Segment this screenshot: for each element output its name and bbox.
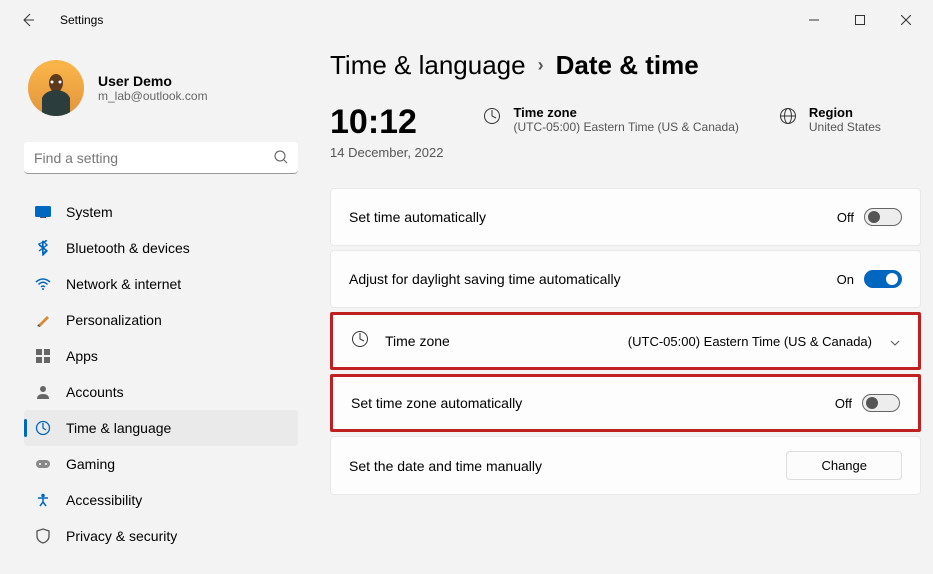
dst-auto-row: Adjust for daylight saving time automati… [330,250,921,308]
globe-clock-icon [483,107,501,130]
setting-label: Set time automatically [349,209,486,225]
nav-bluetooth[interactable]: Bluetooth & devices [24,230,298,266]
set-time-auto-row: Set time automatically Off [330,188,921,246]
region-summary[interactable]: Region United States [779,105,881,134]
manual-time-row: Set the date and time manually Change [330,436,921,495]
nav-privacy[interactable]: Privacy & security [24,518,298,554]
breadcrumb: Time & language › Date & time [330,50,921,81]
search-icon [274,150,288,169]
timezone-label: Time zone [513,105,738,120]
timezone-value: (UTC-05:00) Eastern Time (US & Canada) [513,120,738,134]
region-value: United States [809,120,881,134]
nav-personalization[interactable]: Personalization [24,302,298,338]
close-button[interactable] [883,4,929,36]
set-time-auto-toggle[interactable] [864,208,902,226]
bluetooth-icon [34,239,52,257]
window-title: Settings [60,13,103,27]
maximize-button[interactable] [837,4,883,36]
setting-label: Set the date and time manually [349,458,542,474]
nav-label: Privacy & security [66,528,177,544]
nav-time-language[interactable]: Time & language [24,410,298,446]
arrow-left-icon [20,12,36,28]
nav-accounts[interactable]: Accounts [24,374,298,410]
change-button[interactable]: Change [786,451,902,480]
nav: System Bluetooth & devices Network & int… [24,194,298,554]
nav-label: Bluetooth & devices [66,240,190,256]
set-tz-auto-toggle[interactable] [862,394,900,412]
minimize-icon [809,15,819,25]
person-icon [34,383,52,401]
close-icon [901,15,911,25]
globe-clock-icon [34,419,52,437]
avatar [28,60,84,116]
set-tz-auto-row: Set time zone automatically Off [330,374,921,432]
breadcrumb-parent[interactable]: Time & language [330,50,526,81]
setting-label: Time zone [385,333,450,349]
titlebar: Settings [0,0,933,40]
accessibility-icon [34,491,52,509]
chevron-right-icon: › [538,55,544,76]
setting-label: Set time zone automatically [351,395,522,411]
region-label: Region [809,105,881,120]
dst-auto-toggle[interactable] [864,270,902,288]
main-content: Time & language › Date & time 10:12 14 D… [310,40,933,574]
system-icon [34,203,52,221]
toggle-state: Off [835,396,852,411]
breadcrumb-current: Date & time [556,50,699,81]
brush-icon [34,311,52,329]
globe-clock-icon [351,330,369,353]
toggle-state: On [837,272,854,287]
setting-label: Adjust for daylight saving time automati… [349,271,621,287]
nav-accessibility[interactable]: Accessibility [24,482,298,518]
dropdown-value: (UTC-05:00) Eastern Time (US & Canada) [628,334,872,349]
apps-icon [34,347,52,365]
user-name: User Demo [98,73,208,89]
nav-system[interactable]: System [24,194,298,230]
shield-icon [34,527,52,545]
maximize-icon [855,15,865,25]
current-time: 10:12 [330,105,443,139]
sidebar: User Demo m_lab@outlook.com System Bluet… [0,40,310,574]
timezone-row: Time zone (UTC-05:00) Eastern Time (US &… [330,312,921,370]
timezone-dropdown[interactable]: (UTC-05:00) Eastern Time (US & Canada) [628,334,900,349]
gamepad-icon [34,455,52,473]
timezone-summary[interactable]: Time zone (UTC-05:00) Eastern Time (US &… [483,105,738,134]
wifi-icon [34,275,52,293]
nav-network[interactable]: Network & internet [24,266,298,302]
user-block[interactable]: User Demo m_lab@outlook.com [24,44,298,142]
nav-label: System [66,204,113,220]
minimize-button[interactable] [791,4,837,36]
nav-label: Apps [66,348,98,364]
user-email: m_lab@outlook.com [98,89,208,103]
globe-icon [779,107,797,130]
chevron-down-icon [890,334,900,349]
nav-label: Personalization [66,312,162,328]
nav-gaming[interactable]: Gaming [24,446,298,482]
nav-label: Accessibility [66,492,142,508]
nav-label: Time & language [66,420,171,436]
nav-label: Accounts [66,384,124,400]
back-button[interactable] [16,8,40,32]
nav-label: Network & internet [66,276,181,292]
current-date: 14 December, 2022 [330,145,443,160]
search-input[interactable] [24,142,298,174]
nav-apps[interactable]: Apps [24,338,298,374]
nav-label: Gaming [66,456,115,472]
toggle-state: Off [837,210,854,225]
